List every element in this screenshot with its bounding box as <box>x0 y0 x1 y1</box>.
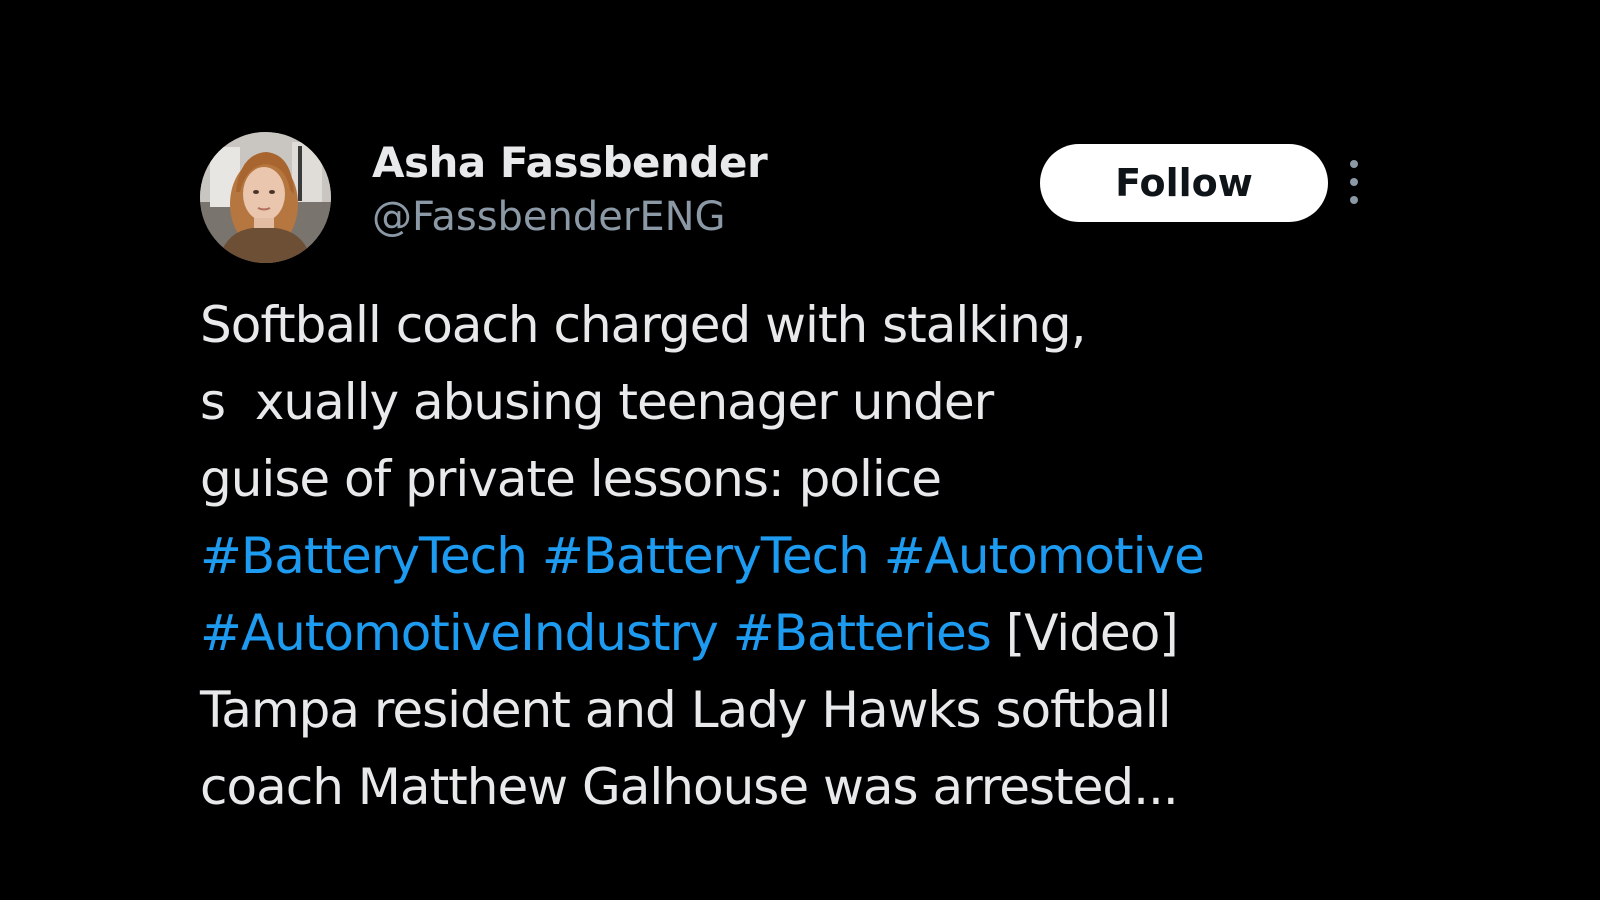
hashtag-line: #BatteryTech #BatteryTech #Automotive <box>200 518 1400 595</box>
hashtag-link[interactable]: #Batteries <box>733 604 992 662</box>
author-identity: Asha Fassbender @FassbenderENG <box>372 138 768 242</box>
author-display-name[interactable]: Asha Fassbender <box>372 138 768 188</box>
more-dot <box>1350 196 1358 204</box>
more-dot <box>1350 178 1358 186</box>
more-dot <box>1350 160 1358 168</box>
hashtag-link[interactable]: #Automotive <box>884 527 1205 585</box>
hashtag-link[interactable]: #BatteryTech <box>200 527 528 585</box>
tweet-line: Tampa resident and Lady Hawks softball <box>200 681 1172 739</box>
author-handle[interactable]: @FassbenderENG <box>372 192 767 242</box>
tweet-line: guise of private lessons: police <box>200 450 942 508</box>
avatar[interactable] <box>200 132 331 263</box>
tweet-line: s xually abusing teenager under <box>200 373 994 431</box>
tweet-line: Softball coach charged with stalking, <box>200 296 1086 354</box>
tweet-text: Softball coach charged with stalking, s … <box>200 287 1400 826</box>
profile-photo-icon <box>200 132 331 263</box>
more-vertical-icon[interactable] <box>1340 160 1368 204</box>
video-label: [Video] <box>1005 604 1179 662</box>
follow-button[interactable]: Follow <box>1040 144 1328 222</box>
tweet-line: coach Matthew Galhouse was arrested... <box>200 758 1179 816</box>
hashtag-link[interactable]: #BatteryTech <box>542 527 870 585</box>
hashtag-link[interactable]: #AutomotiveIndustry <box>200 604 719 662</box>
hashtag-line: #AutomotiveIndustry #Batteries [Video] <box>200 595 1400 672</box>
